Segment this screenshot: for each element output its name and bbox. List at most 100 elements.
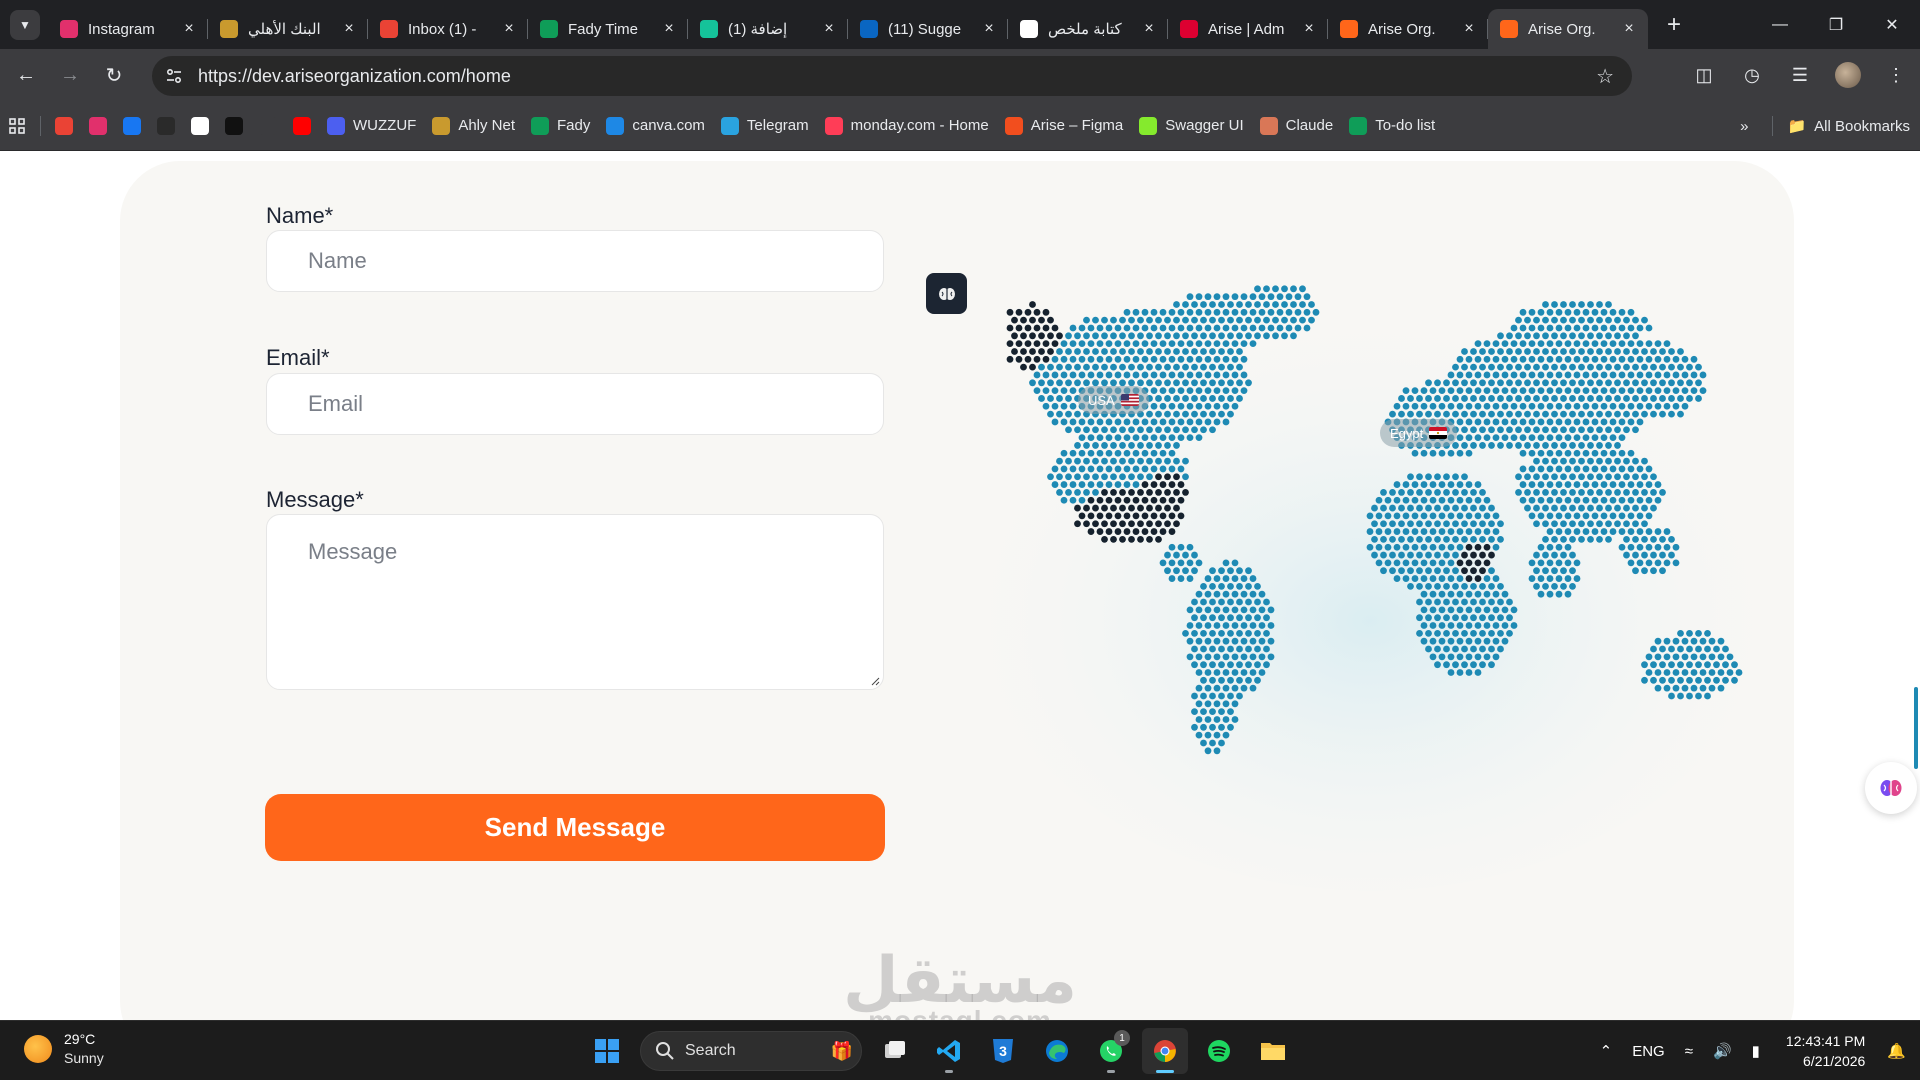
tab-close-icon[interactable]: × (340, 20, 358, 38)
bookmark-item[interactable]: Fady (523, 110, 598, 142)
more-menu-icon[interactable]: ⋮ (1872, 65, 1920, 86)
browser-tab[interactable]: Arise | Adm × (1168, 9, 1328, 49)
wifi-icon[interactable]: ≈ (1685, 1043, 1693, 1060)
reload-button[interactable]: ↻ (96, 57, 132, 93)
usa-pin[interactable]: USA (1078, 386, 1149, 414)
edge-app[interactable] (1034, 1028, 1080, 1074)
spotify-app[interactable] (1196, 1028, 1242, 1074)
map-dot (1029, 316, 1036, 324)
browser-tab[interactable]: (1) إضافة × (688, 9, 848, 49)
map-dot (1222, 622, 1230, 629)
tab-close-icon[interactable]: × (660, 20, 678, 38)
tab-close-icon[interactable]: × (500, 20, 518, 38)
task-view-button[interactable] (872, 1028, 918, 1074)
minimize-button[interactable]: — (1752, 0, 1808, 49)
map-dot (1429, 653, 1437, 661)
tab-close-icon[interactable]: × (980, 20, 998, 38)
bookmark-star-icon[interactable]: ☆ (1596, 64, 1614, 89)
bookmark-item[interactable]: canva.com (598, 110, 713, 142)
floating-assistant-button[interactable] (1865, 762, 1917, 814)
map-dot (1645, 528, 1653, 535)
bookmark-item[interactable] (251, 110, 285, 142)
browser-tab[interactable]: Instagram × (48, 9, 208, 49)
restore-button[interactable]: ❐ (1808, 0, 1864, 49)
map-dot (1420, 528, 1428, 535)
map-dot (1416, 582, 1423, 590)
browser-tab[interactable]: البنك الأهلي × (208, 9, 368, 49)
new-tab-button[interactable]: + (1656, 7, 1692, 43)
clock[interactable]: 12:43:41 PM 6/21/2026 (1786, 1031, 1865, 1071)
css3-app[interactable]: 3 (980, 1028, 1026, 1074)
send-message-button[interactable]: Send Message (265, 794, 885, 861)
browser-tab[interactable]: Fady Time × (528, 9, 688, 49)
folder-icon[interactable]: 📁 (1787, 117, 1806, 135)
tab-close-icon[interactable]: × (180, 20, 198, 38)
forward-button[interactable]: → (52, 57, 88, 93)
tab-search-button[interactable]: ▼ (10, 9, 40, 40)
map-dot (1380, 551, 1387, 559)
map-dot (1204, 575, 1212, 582)
bookmark-item[interactable]: monday.com - Home (817, 110, 997, 142)
tray-overflow-icon[interactable]: ⌃ (1600, 1042, 1613, 1060)
start-button[interactable] (584, 1028, 630, 1074)
map-dot (1213, 402, 1221, 410)
battery-icon[interactable]: ▮ (1752, 1042, 1760, 1060)
egypt-pin[interactable]: Egypt (1380, 419, 1458, 447)
map-dot (1222, 606, 1230, 614)
map-dot (1006, 355, 1014, 363)
browser-tab[interactable]: كتابة ملخص × (1008, 9, 1168, 49)
volume-icon[interactable]: 🔊 (1713, 1042, 1732, 1060)
history-icon[interactable]: ◷ (1728, 65, 1776, 86)
file-explorer-app[interactable] (1250, 1028, 1296, 1074)
bookmark-item[interactable]: Ahly Net (424, 110, 523, 142)
bookmarks-overflow-icon[interactable]: » (1740, 118, 1748, 135)
close-window-button[interactable]: ✕ (1864, 0, 1920, 49)
map-dot (1546, 371, 1554, 379)
browser-tab[interactable]: Arise Org. × (1328, 9, 1488, 49)
browser-tab[interactable]: (11) Sugge × (848, 9, 1008, 49)
message-textarea[interactable]: Message (266, 514, 884, 690)
name-input[interactable]: Name (266, 230, 884, 292)
vscode-app[interactable] (926, 1028, 972, 1074)
browser-tab[interactable]: Inbox (1) - × (368, 9, 528, 49)
bookmark-item[interactable] (285, 110, 319, 142)
whatsapp-app[interactable]: 1 (1088, 1028, 1134, 1074)
bookmark-item[interactable] (183, 110, 217, 142)
bookmark-item[interactable] (149, 110, 183, 142)
url-text[interactable]: https://dev.ariseorganization.com/home (198, 66, 511, 87)
tab-close-icon[interactable]: × (1460, 20, 1478, 38)
tab-close-icon[interactable]: × (1300, 20, 1318, 38)
tab-close-icon[interactable]: × (1140, 20, 1158, 38)
browser-tab[interactable]: Arise Org. × (1488, 9, 1648, 49)
language-indicator[interactable]: ENG (1632, 1043, 1665, 1060)
page-scrollbar[interactable] (1914, 687, 1918, 769)
weather-widget[interactable]: 29°C Sunny (24, 1030, 104, 1068)
map-dot (1524, 363, 1531, 371)
bookmark-item[interactable] (217, 110, 251, 142)
bookmark-item[interactable]: To-do list (1341, 110, 1443, 142)
bookmark-item[interactable]: Telegram (713, 110, 817, 142)
resize-grip-icon[interactable] (870, 676, 880, 686)
bookmark-item[interactable]: WUZZUF (319, 110, 424, 142)
bookmark-item[interactable]: Arise – Figma (997, 110, 1132, 142)
chrome-app[interactable] (1142, 1028, 1188, 1074)
apps-grid-icon[interactable] (0, 110, 34, 142)
bookmark-item[interactable]: Claude (1252, 110, 1342, 142)
email-input[interactable]: Email (266, 373, 884, 435)
all-bookmarks-link[interactable]: All Bookmarks (1814, 118, 1910, 135)
address-bar[interactable]: https://dev.ariseorganization.com/home ☆ (152, 56, 1632, 96)
back-button[interactable]: ← (8, 57, 44, 93)
notification-bell-icon[interactable]: 🔔 (1887, 1042, 1906, 1060)
media-control-icon[interactable]: ☰ (1776, 65, 1824, 86)
bookmark-item[interactable] (81, 110, 115, 142)
bookmark-item[interactable] (47, 110, 81, 142)
bookmark-item[interactable]: Swagger UI (1131, 110, 1251, 142)
taskbar-search[interactable]: Search 🎁 (640, 1031, 862, 1071)
tab-close-icon[interactable]: × (1620, 20, 1638, 38)
extensions-icon[interactable]: ◫ (1680, 65, 1728, 86)
profile-avatar[interactable] (1835, 62, 1861, 88)
site-info-icon[interactable] (158, 60, 190, 92)
brain-badge[interactable] (926, 273, 967, 314)
tab-close-icon[interactable]: × (820, 20, 838, 38)
bookmark-item[interactable] (115, 110, 149, 142)
